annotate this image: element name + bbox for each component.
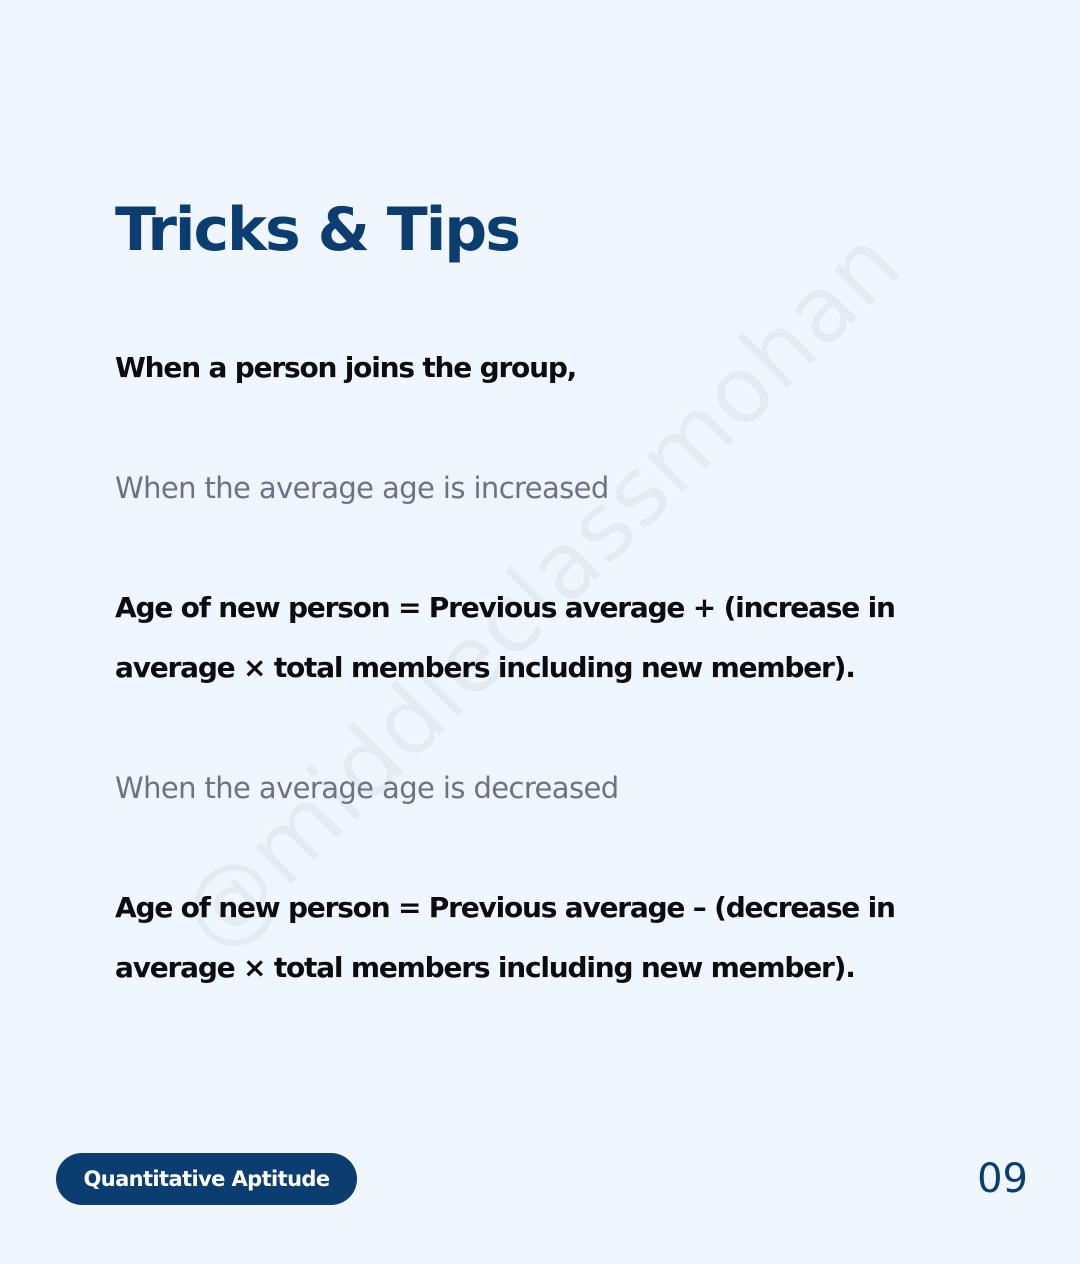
decrease-formula-line-1: Age of new person = Previous average – (… bbox=[115, 891, 896, 924]
increase-heading: When the average age is increased bbox=[115, 471, 609, 505]
intro-text: When a person joins the group, bbox=[115, 351, 577, 384]
decrease-heading: When the average age is decreased bbox=[115, 771, 619, 805]
page-title: Tricks & Tips bbox=[115, 195, 521, 265]
increase-formula-line-1: Age of new person = Previous average + (… bbox=[115, 591, 896, 624]
topic-badge: Quantitative Aptitude bbox=[56, 1153, 357, 1205]
increase-formula-line-2: average × total members including new me… bbox=[115, 651, 856, 684]
page-number: 09 bbox=[977, 1156, 1028, 1202]
decrease-formula-line-2: average × total members including new me… bbox=[115, 951, 856, 984]
